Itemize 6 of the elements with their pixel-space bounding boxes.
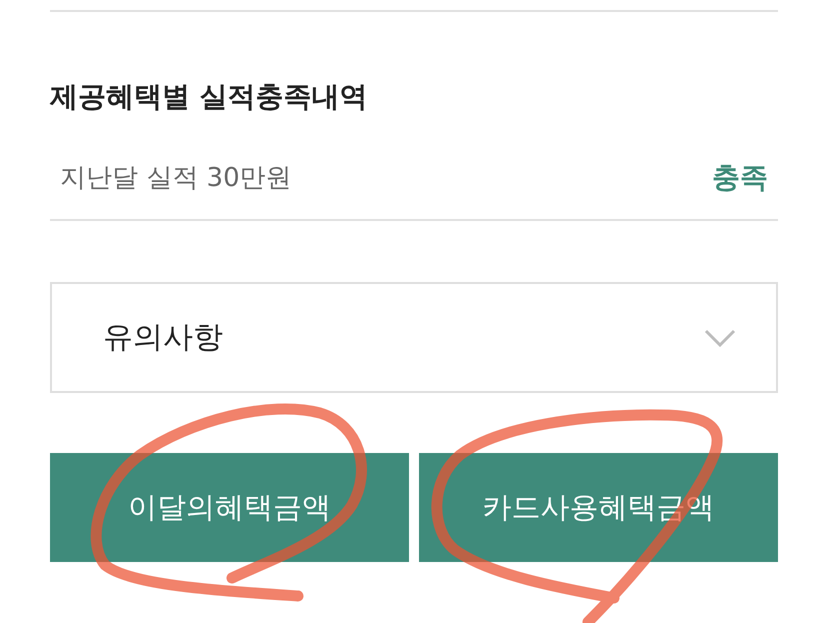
- section-title: 제공혜택별 실적충족내역: [50, 80, 369, 114]
- chevron-icon: [704, 328, 736, 346]
- benefit-button[interactable]: 이달의혜택금액: [50, 453, 409, 562]
- status-text: 충족: [712, 161, 768, 195]
- notice-accordion[interactable]: 유의사항: [50, 282, 778, 393]
- performance-label: 지난달 실적 30만원: [60, 162, 292, 195]
